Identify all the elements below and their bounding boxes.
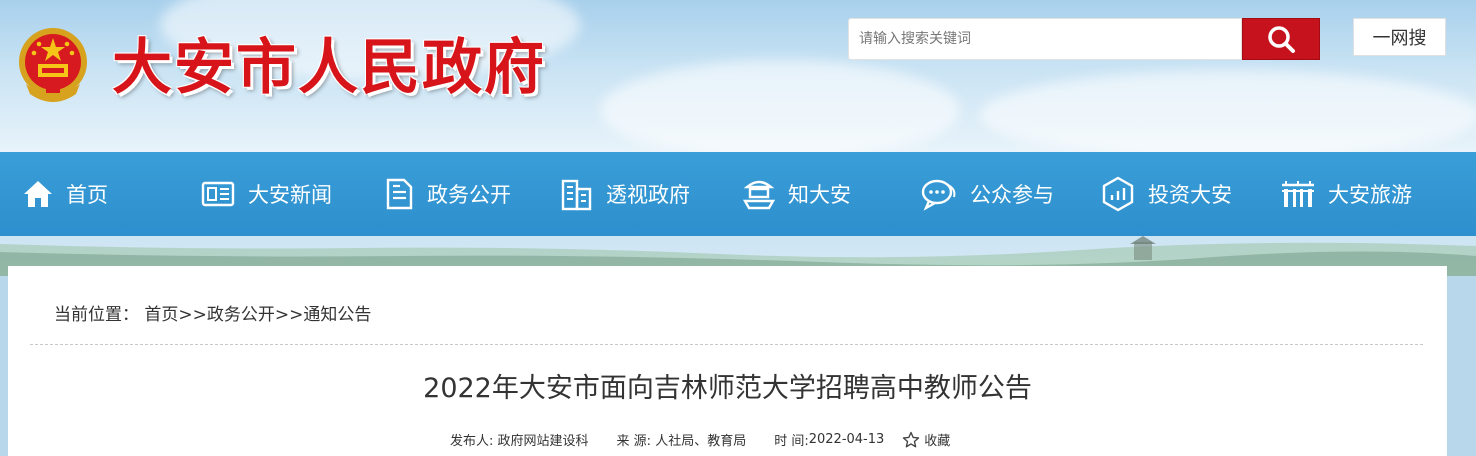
document-icon [386,178,413,210]
gate-icon [1282,181,1314,207]
nav-item-public-participation[interactable]: 公众参与 [920,152,1054,236]
breadcrumb-home[interactable]: 首页 [144,305,178,325]
main-nav: 首页 大安新闻 政务公开 透视政府 知大安 公众参与 投资大安 大安旅游 [0,152,1476,236]
nav-item-news[interactable]: 大安新闻 [200,152,332,236]
site-header: 大安市人民政府 一网搜 [0,0,1476,152]
favorite-button[interactable]: 收藏 [902,430,950,449]
time-label: 时 间: [774,434,809,449]
site-title: 大安市人民政府 [112,33,546,103]
nav-item-gov-affairs[interactable]: 政务公开 [383,152,511,236]
nav-item-label: 首页 [66,183,108,207]
breadcrumb-gov-affairs[interactable]: 政务公开 [207,305,275,325]
nav-item-transparent-gov[interactable]: 透视政府 [560,152,690,236]
background-cloud [980,70,1476,152]
time-value: 2022-04-13 [808,432,885,447]
nav-item-label: 透视政府 [606,183,690,207]
landmark-icon [742,180,776,210]
nav-item-label: 政务公开 [427,183,511,207]
article-meta: 发布人: 政府网站建设科 来 源: 人社局、教育局 时 间: 2022-04-13… [450,430,950,449]
search-button[interactable] [1242,18,1320,60]
favorite-label: 收藏 [924,434,951,449]
source-label: 来 源: [616,434,652,449]
publisher-label: 发布人: [450,434,494,449]
nav-item-label: 大安新闻 [248,183,332,207]
nav-item-label: 大安旅游 [1328,183,1412,207]
article-title: 2022年大安市面向吉林师范大学招聘高中教师公告 [423,373,1032,404]
nav-item-label: 投资大安 [1148,183,1232,207]
chat-icon [921,179,956,211]
nav-item-tourism[interactable]: 大安旅游 [1280,152,1412,236]
search-input[interactable] [848,18,1242,60]
nav-item-home[interactable]: 首页 [22,152,108,236]
news-icon [201,181,235,207]
breadcrumb-notices[interactable]: 通知公告 [303,305,371,325]
nav-item-invest[interactable]: 投资大安 [1100,152,1232,236]
nav-item-label: 公众参与 [970,183,1054,207]
background-cloud [600,60,960,152]
star-icon [903,431,920,447]
nav-item-label: 知大安 [788,183,851,207]
nav-item-know-daan[interactable]: 知大安 [742,152,851,236]
breadcrumb-separator: >> [274,305,304,325]
investment-icon [1102,176,1134,212]
breadcrumb-separator: >> [178,305,207,325]
publisher-value: 政府网站建设科 [497,434,589,449]
magnifier-icon [1268,26,1295,53]
divider [30,344,1423,345]
breadcrumb-prefix: 当前位置： [54,305,139,325]
yiwang-search-button[interactable]: 一网搜 [1353,18,1446,56]
source-value: 人社局、教育局 [655,434,747,449]
national-emblem-icon [19,28,87,102]
building-icon [561,179,592,211]
breadcrumb: 当前位置： 首页>>政务公开>>通知公告 [54,300,371,325]
home-icon [24,181,52,207]
content-panel: 当前位置： 首页>>政务公开>>通知公告 2022年大安市面向吉林师范大学招聘高… [8,266,1447,456]
